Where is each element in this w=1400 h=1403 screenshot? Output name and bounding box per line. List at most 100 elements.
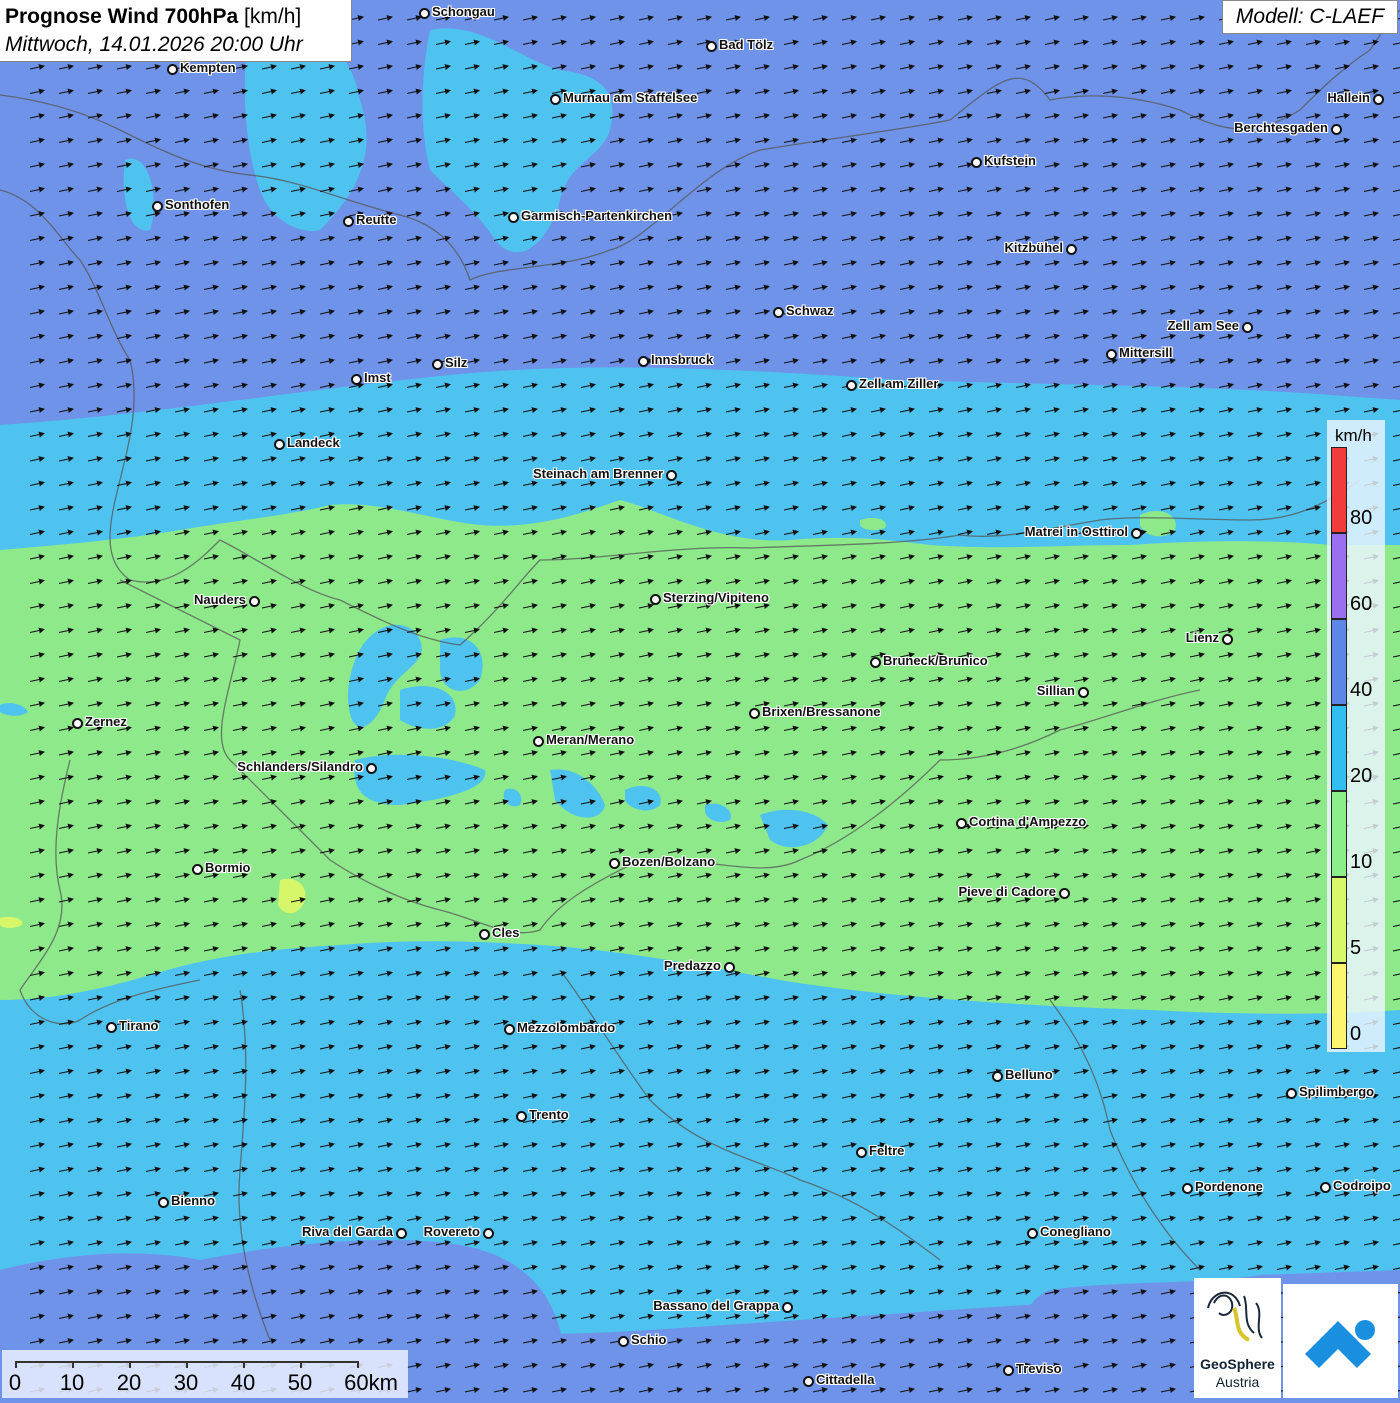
scale-tick — [129, 1361, 131, 1368]
city-dot-icon — [167, 64, 178, 75]
city-dot-icon — [1182, 1183, 1193, 1194]
city-dot-icon — [870, 657, 881, 668]
city-label: Nauders — [193, 592, 246, 607]
forecast-datetime: Mittwoch, 14.01.2026 20:00 Uhr — [5, 33, 303, 56]
legend-tick-label: 0 — [1350, 1023, 1362, 1045]
city-dot-icon — [274, 439, 285, 450]
city-dot-icon — [533, 736, 544, 747]
city-dot-icon — [550, 94, 561, 105]
city-label: Hallein — [1327, 90, 1370, 105]
geosphere-emblem-icon — [1207, 1291, 1263, 1342]
city-dot-icon — [483, 1228, 494, 1239]
city-label: Kufstein — [984, 153, 1036, 168]
app-arrow-icon — [1305, 1320, 1375, 1368]
title-unit: [km/h] — [244, 5, 302, 28]
city-label: Pieve di Cadore — [958, 884, 1056, 899]
city-dot-icon — [706, 41, 717, 52]
city-dot-icon — [638, 356, 649, 367]
city-dot-icon — [152, 201, 163, 212]
zone-light — [0, 500, 1400, 1014]
city-dot-icon — [249, 596, 260, 607]
city-label: Meran/Merano — [546, 732, 635, 747]
city-label: Spilimbergo — [1299, 1084, 1375, 1099]
city-dot-icon — [724, 962, 735, 973]
city-dot-icon — [618, 1336, 629, 1347]
scale-tick — [72, 1361, 74, 1368]
city-label: Matrei in Osttirol — [1024, 524, 1128, 539]
app-logo — [1283, 1284, 1398, 1398]
city-label: Conegliano — [1040, 1224, 1111, 1239]
city-dot-icon — [366, 763, 377, 774]
city-label: Rovereto — [423, 1224, 480, 1239]
legend-color-segment — [1331, 963, 1347, 1049]
city-dot-icon — [432, 359, 443, 370]
city-dot-icon — [396, 1228, 407, 1239]
scale-tick — [243, 1361, 245, 1368]
city-dot-icon — [1131, 528, 1142, 539]
city-label: Zell am Ziller — [859, 376, 939, 391]
city-dot-icon — [1106, 349, 1117, 360]
legend-color-segment — [1331, 705, 1347, 791]
city-dot-icon — [1003, 1365, 1014, 1376]
city-label: Berchtesgaden — [1234, 120, 1328, 135]
legend-tick-label: 40 — [1350, 679, 1373, 701]
city-label: Imst — [364, 370, 391, 385]
color-legend: km/h 80 60 40 20 10 5 0 — [1327, 420, 1385, 1052]
scale-tick — [186, 1361, 188, 1368]
logo-subtitle: Austria — [1215, 1374, 1260, 1390]
city-label: Cles — [492, 925, 520, 940]
city-label: Reutte — [356, 212, 397, 227]
city-label: Brixen/Bressanone — [762, 704, 881, 719]
scale-label: 20 — [116, 1370, 142, 1395]
city-dot-icon — [666, 470, 677, 481]
city-dot-icon — [650, 594, 661, 605]
city-dot-icon — [479, 929, 490, 940]
city-dot-icon — [1066, 244, 1077, 255]
logo-name: GeoSphere — [1200, 1356, 1275, 1372]
city-label: Bad Tölz — [719, 37, 774, 52]
city-dot-icon — [1320, 1182, 1331, 1193]
city-dot-icon — [856, 1147, 867, 1158]
city-label: Garmisch-Partenkirchen — [521, 208, 673, 223]
city-dot-icon — [1027, 1228, 1038, 1239]
city-dot-icon — [782, 1302, 793, 1313]
city-label: Tirano — [119, 1018, 159, 1033]
city-label: Zell am See — [1167, 318, 1239, 333]
city-label: Landeck — [287, 435, 340, 450]
city-label: Zernez — [85, 714, 127, 729]
title-box: Prognose Wind 700hPa [km/h] Mittwoch, 14… — [0, 0, 352, 62]
geosphere-logo: GeoSphere Austria — [1194, 1278, 1281, 1398]
city-label: Sonthofen — [165, 197, 230, 212]
legend-color-segment — [1331, 877, 1347, 963]
city-label: Mittersill — [1119, 345, 1173, 360]
scale-label: 30 — [173, 1370, 199, 1395]
scale-tick — [300, 1361, 302, 1368]
city-dot-icon — [351, 374, 362, 385]
legend-tick-label: 20 — [1350, 765, 1373, 787]
city-dot-icon — [343, 216, 354, 227]
city-label: Schwaz — [786, 303, 834, 318]
city-dot-icon — [846, 380, 857, 391]
legend-unit: km/h — [1335, 426, 1372, 445]
legend-color-segment — [1331, 533, 1347, 619]
legend-color-segment — [1331, 447, 1347, 533]
city-dot-icon — [1059, 888, 1070, 899]
city-label: Belluno — [1005, 1067, 1053, 1082]
legend-tick-label: 60 — [1350, 593, 1373, 615]
city-label: Silz — [445, 355, 468, 370]
city-label: Lienz — [1185, 630, 1219, 645]
city-label: Innsbruck — [651, 352, 714, 367]
city-dot-icon — [773, 307, 784, 318]
city-label: Cittadella — [816, 1372, 875, 1387]
legend-tick-label: 5 — [1350, 937, 1362, 959]
city-label: Codroipo — [1333, 1178, 1391, 1193]
city-label: Sterzing/Vipiteno — [663, 590, 769, 605]
city-label: Trento — [529, 1107, 569, 1122]
scale-label: 50 — [287, 1370, 313, 1395]
legend-tick-label: 80 — [1350, 507, 1373, 529]
city-label: Cortina d'Ampezzo — [969, 814, 1087, 829]
city-dot-icon — [1222, 634, 1233, 645]
scale-label: 40 — [230, 1370, 256, 1395]
city-dot-icon — [609, 858, 620, 869]
city-label: Bassano del Grappa — [653, 1298, 779, 1313]
